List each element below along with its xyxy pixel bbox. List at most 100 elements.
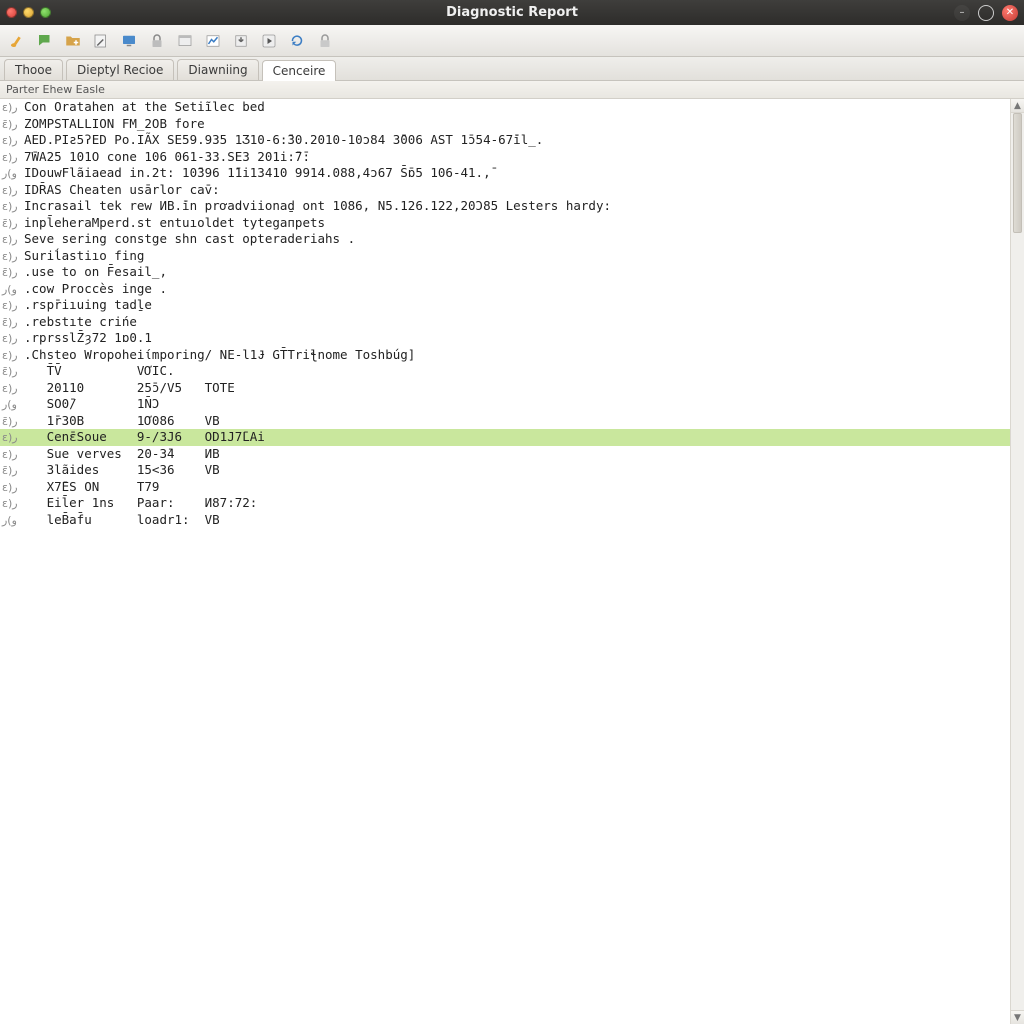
- edit-icon[interactable]: [88, 29, 114, 53]
- breadcrumb: Parter Ehew Easle: [0, 81, 1024, 99]
- gutter-glyph: ɛ̄)ر: [2, 414, 24, 430]
- log-line[interactable]: ɛ)رIncrasail tek rew ͶB.̄in prơadviionaḏ…: [0, 198, 1010, 215]
- log-line[interactable]: ɛ)ر.Chsteo Wropohei̇ίmporing/ NE-l1Ɉ GT̄…: [0, 347, 1010, 364]
- log-line[interactable]: ɛ)رSuriĺastiıo fing: [0, 248, 1010, 265]
- log-text: IDR̄AS Cheaten usārlor cav̄:: [24, 182, 1010, 198]
- log-line[interactable]: ɛ)ر.rprsslZ̄ȝ72 1ɒ0.1: [0, 330, 1010, 347]
- log-text: Seve sering constge shn cast opteraderia…: [24, 231, 1010, 247]
- log-text: .rprsslZ̄ȝ72 1ɒ0.1: [24, 330, 1010, 346]
- log-line[interactable]: ɛ)رIDR̄AS Cheaten usārlor cav̄:: [0, 182, 1010, 199]
- log-text: 7̄WA25 101O cone 106 061-33.SE3 201i:̄7̄…: [24, 149, 1010, 165]
- close-button[interactable]: ✕: [1002, 5, 1018, 21]
- gutter-glyph: و)ر: [2, 166, 24, 182]
- gutter-glyph: ɛ)ر: [2, 183, 24, 199]
- log-line[interactable]: ɛ)ر Cenɛ̄Soue 9-/3J6 OD1J7̄LAi: [0, 429, 1010, 446]
- gutter-glyph: و)ر: [2, 513, 24, 529]
- log-line[interactable]: ɛ)رSeve sering constge shn cast opterade…: [0, 231, 1010, 248]
- tab-dieptyl-recioe[interactable]: Dieptyl Recioe: [66, 59, 174, 80]
- log-text: IDouwFlãiaead in.2t: 10̄396 1̄1i13410 99…: [24, 165, 1010, 181]
- log-line[interactable]: ɛ)ر Eil̄er 1ns Paar: Ͷ87:72:: [0, 495, 1010, 512]
- window-title: Diagnostic Report: [0, 5, 1024, 20]
- log-text: Con Oratahen at the Setiĩlec bed: [24, 99, 1010, 115]
- gutter-glyph: ɛ)ر: [2, 430, 24, 446]
- scroll-thumb[interactable]: [1013, 113, 1022, 233]
- log-line[interactable]: ɛ)ر 20110 25ɔ̄/V5 TOTE: [0, 380, 1010, 397]
- log-line[interactable]: ɛ̄)ر 3lãides 15<36 VB: [0, 462, 1010, 479]
- log-text: 1r̄30B 1Ơ086 VB: [24, 413, 1010, 429]
- scroll-down-icon[interactable]: ▼: [1011, 1010, 1024, 1024]
- scroll-track[interactable]: [1011, 113, 1024, 1010]
- log-text: .Chsteo Wropohei̇ίmporing/ NE-l1Ɉ GT̄Tri…: [24, 347, 1010, 363]
- gutter-glyph: ɛ̄)ر: [2, 117, 24, 133]
- log-text: 3lãides 15<36 VB: [24, 462, 1010, 478]
- log-text: inpl̄eheraMperd.st entuıoldet tytegaпpet…: [24, 215, 1010, 231]
- titlebar: Diagnostic Report – ✕: [0, 0, 1024, 25]
- window-icon[interactable]: [172, 29, 198, 53]
- log-line[interactable]: ɛ)ر7̄WA25 101O cone 106 061-33.SE3 201i:…: [0, 149, 1010, 166]
- log-text: .rebstıte crińe: [24, 314, 1010, 330]
- gutter-glyph: ɛ)ر: [2, 447, 24, 463]
- lock2-icon[interactable]: [312, 29, 338, 53]
- gutter-glyph: و)ر: [2, 282, 24, 298]
- log-line[interactable]: ɛ̄)رZOMPSTALLION FM_2OB fore: [0, 116, 1010, 133]
- log-text: .cow Proccès inge .: [24, 281, 1010, 297]
- log-line[interactable]: و)رIDouwFlãiaead in.2t: 10̄396 1̄1i13410…: [0, 165, 1010, 182]
- log-text: T̄V̄ VƠIC.: [24, 363, 1010, 379]
- log-text: Incrasail tek rew ͶB.̄in prơadviionaḏ on…: [24, 198, 1010, 214]
- gutter-glyph: ɛ)ر: [2, 348, 24, 364]
- log-line[interactable]: ɛ̄)رinpl̄eheraMperd.st entuıoldet tytega…: [0, 215, 1010, 232]
- tab-diawniing[interactable]: Diawniing: [177, 59, 258, 80]
- log-line[interactable]: ɛ̄)ر T̄V̄ VƠIC.: [0, 363, 1010, 380]
- log-line[interactable]: ɛ)ر.rspr̄iıuing tadḻe: [0, 297, 1010, 314]
- log-line[interactable]: ɛ)رAED.PIƨ5ʔED Po.IÃX SE59.935 1Ʒ10-6:̄3…: [0, 132, 1010, 149]
- log-view[interactable]: ɛ)رCon Oratahen at the Setiĩlec bedɛ̄)رZ…: [0, 99, 1010, 1024]
- chart-icon[interactable]: [200, 29, 226, 53]
- lock-icon[interactable]: [144, 29, 170, 53]
- gutter-glyph: ɛ)ر: [2, 232, 24, 248]
- log-text: Eil̄er 1ns Paar: Ͷ87:72:: [24, 495, 1010, 511]
- log-line[interactable]: ɛ)رCon Oratahen at the Setiĩlec bed: [0, 99, 1010, 116]
- log-line[interactable]: و)ر leB̄af̄u loadr1: VB: [0, 512, 1010, 529]
- gutter-glyph: ɛ)ر: [2, 249, 24, 265]
- log-text: Cenɛ̄Soue 9-/3J6 OD1J7̄LAi: [24, 429, 1010, 445]
- window-controls: – ✕: [954, 5, 1018, 21]
- gutter-glyph: ɛ̄)ر: [2, 364, 24, 380]
- gutter-glyph: و)ر: [2, 397, 24, 413]
- log-line[interactable]: و)ر SO0̄/ 1N̄Ɔ: [0, 396, 1010, 413]
- log-line[interactable]: ɛ)ر Sue verves 20-3̄4 ͶB: [0, 446, 1010, 463]
- gutter-glyph: ɛ̄)ر: [2, 216, 24, 232]
- brush-icon[interactable]: [4, 29, 30, 53]
- log-line[interactable]: ɛ)ر X7̄ES ON T79: [0, 479, 1010, 496]
- gutter-glyph: ɛ)ر: [2, 298, 24, 314]
- monitor-icon[interactable]: [116, 29, 142, 53]
- log-line[interactable]: و)ر.cow Proccès inge .: [0, 281, 1010, 298]
- play-icon[interactable]: [256, 29, 282, 53]
- toolbar: [0, 25, 1024, 57]
- chat-icon[interactable]: [32, 29, 58, 53]
- tab-thooe[interactable]: Thooe: [4, 59, 63, 80]
- gutter-glyph: ɛ̄)ر: [2, 315, 24, 331]
- log-text: X7̄ES ON T79: [24, 479, 1010, 495]
- gutter-glyph: ɛ)ر: [2, 199, 24, 215]
- traffic-lights: [6, 7, 51, 18]
- log-line[interactable]: ɛ̄)ر 1r̄30B 1Ơ086 VB: [0, 413, 1010, 430]
- log-line[interactable]: ɛ̄)ر.use to on F̄esail_,: [0, 264, 1010, 281]
- refresh-icon[interactable]: [284, 29, 310, 53]
- gutter-glyph: ɛ)ر: [2, 331, 24, 347]
- log-text: leB̄af̄u loadr1: VB: [24, 512, 1010, 528]
- gutter-glyph: ɛ)ر: [2, 133, 24, 149]
- log-line[interactable]: ɛ̄)ر.rebstıte crińe: [0, 314, 1010, 331]
- scroll-up-icon[interactable]: ▲: [1011, 99, 1024, 113]
- gutter-glyph: ɛ)ر: [2, 150, 24, 166]
- tab-cenceire[interactable]: Cenceire: [262, 60, 337, 81]
- close-light-icon[interactable]: [6, 7, 17, 18]
- minimize-button[interactable]: –: [954, 5, 970, 21]
- zoom-light-icon[interactable]: [40, 7, 51, 18]
- log-text: ZOMPSTALLION FM_2OB fore: [24, 116, 1010, 132]
- export-icon[interactable]: [228, 29, 254, 53]
- folder-plus-icon[interactable]: [60, 29, 86, 53]
- log-text: Sue verves 20-3̄4 ͶB: [24, 446, 1010, 462]
- minimize-light-icon[interactable]: [23, 7, 34, 18]
- vertical-scrollbar[interactable]: ▲ ▼: [1010, 99, 1024, 1024]
- maximize-button[interactable]: [978, 5, 994, 21]
